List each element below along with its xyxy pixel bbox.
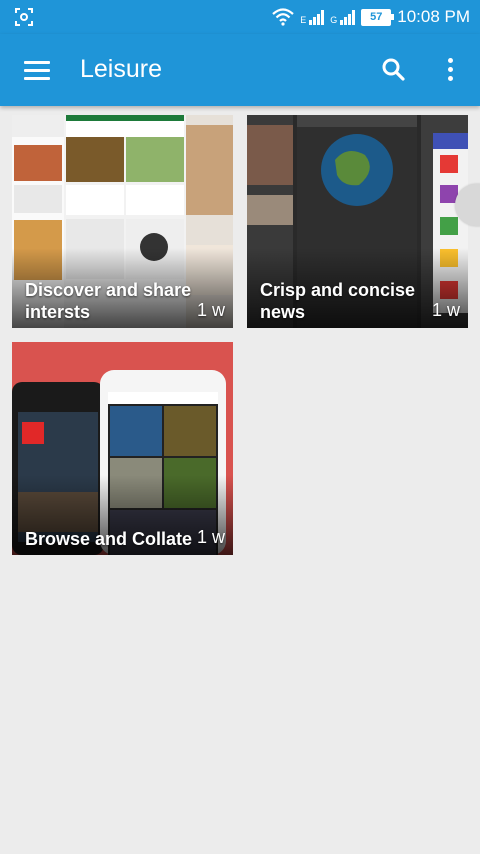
card-time: 1 w (431, 300, 460, 320)
page-title: Leisure (80, 55, 162, 83)
wifi-icon (272, 8, 294, 26)
battery-icon: 57 (361, 8, 395, 26)
status-time: 10:08 PM (397, 7, 470, 26)
search-button[interactable] (376, 52, 412, 88)
network-type-label: E (300, 15, 307, 25)
search-icon (382, 58, 405, 81)
status-bar: E G 57 10:08 PM (0, 0, 480, 34)
card-browse[interactable]: Browse and Collate 1 w (12, 342, 233, 555)
menu-button[interactable] (16, 52, 56, 88)
card-title: Browse and Collate (25, 529, 193, 549)
battery-level: 57 (370, 11, 383, 23)
more-options-button[interactable] (434, 52, 466, 88)
card-time: 1 w (196, 527, 225, 547)
app-bar: Leisure (0, 34, 480, 106)
screenshot-icon (15, 8, 33, 26)
signal-icon: E (300, 9, 325, 25)
card-title: Discover and share intersts (25, 280, 192, 322)
card-time: 1 w (196, 300, 225, 320)
card-news[interactable]: Crisp and concise news 1 w (247, 115, 468, 328)
status-icons: E G 57 10:08 PM (272, 6, 470, 28)
signal-icon-2: G (330, 9, 356, 25)
card-discover[interactable]: Discover and share intersts 1 w (12, 115, 233, 328)
card-title: Crisp and concise news (260, 280, 416, 322)
network-type-label-2: G (330, 15, 338, 25)
